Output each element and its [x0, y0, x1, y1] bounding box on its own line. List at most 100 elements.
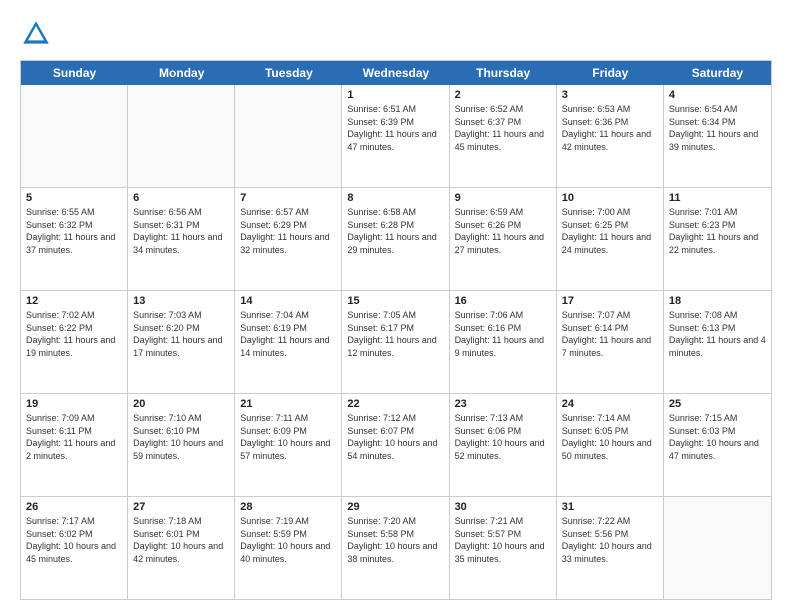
calendar-cell: 2 Sunrise: 6:52 AM Sunset: 6:37 PM Daylig…: [450, 85, 557, 187]
day-number: 7: [240, 192, 336, 204]
weekday-header: Wednesday: [342, 61, 449, 85]
weekday-header: Sunday: [21, 61, 128, 85]
day-number: 10: [562, 192, 658, 204]
cell-info: Sunrise: 7:03 AM Sunset: 6:20 PM Dayligh…: [133, 309, 229, 359]
calendar-cell: 21 Sunrise: 7:11 AM Sunset: 6:09 PM Dayli…: [235, 394, 342, 496]
cell-info: Sunrise: 7:20 AM Sunset: 5:58 PM Dayligh…: [347, 515, 443, 565]
calendar-cell: 24Sunrise: 7:14 AM Sunset: 6:05 PM Dayli…: [557, 394, 664, 496]
cell-info: Sunrise: 6:52 AM Sunset: 6:37 PM Dayligh…: [455, 103, 551, 153]
cell-info: Sunrise: 7:21 AM Sunset: 5:57 PM Dayligh…: [455, 515, 551, 565]
day-number: 22: [347, 398, 443, 410]
calendar-cell: 26 Sunrise: 7:17 AM Sunset: 6:02 PM Dayli…: [21, 497, 128, 599]
day-number: 6: [133, 192, 229, 204]
day-number: 2: [455, 89, 551, 101]
cell-info: Sunrise: 7:12 AM Sunset: 6:07 PM Dayligh…: [347, 412, 443, 462]
calendar-cell: 6 Sunrise: 6:56 AM Sunset: 6:31 PM Daylig…: [128, 188, 235, 290]
day-number: 20: [133, 398, 229, 410]
calendar-cell: 16Sunrise: 7:06 AM Sunset: 6:16 PM Dayli…: [450, 291, 557, 393]
calendar-cell: [664, 497, 771, 599]
day-number: 25: [669, 398, 766, 410]
cell-info: Sunrise: 6:56 AM Sunset: 6:31 PM Dayligh…: [133, 206, 229, 256]
calendar-row: 12 Sunrise: 7:02 AM Sunset: 6:22 PM Dayli…: [21, 291, 771, 394]
calendar-cell: 9 Sunrise: 6:59 AM Sunset: 6:26 PM Daylig…: [450, 188, 557, 290]
calendar-cell: 5 Sunrise: 6:55 AM Sunset: 6:32 PM Daylig…: [21, 188, 128, 290]
calendar-cell: 15 Sunrise: 7:05 AM Sunset: 6:17 PM Dayli…: [342, 291, 449, 393]
cell-info: Sunrise: 7:00 AM Sunset: 6:25 PM Dayligh…: [562, 206, 658, 256]
calendar-cell: 11Sunrise: 7:01 AM Sunset: 6:23 PM Dayli…: [664, 188, 771, 290]
day-number: 31: [562, 501, 658, 513]
page-header: [20, 18, 772, 50]
day-number: 29: [347, 501, 443, 513]
cell-info: Sunrise: 7:07 AM Sunset: 6:14 PM Dayligh…: [562, 309, 658, 359]
calendar-cell: 20 Sunrise: 7:10 AM Sunset: 6:10 PM Dayli…: [128, 394, 235, 496]
day-number: 21: [240, 398, 336, 410]
day-number: 18: [669, 295, 766, 307]
cell-info: Sunrise: 7:14 AM Sunset: 6:05 PM Dayligh…: [562, 412, 658, 462]
calendar-cell: 17 Sunrise: 7:07 AM Sunset: 6:14 PM Dayli…: [557, 291, 664, 393]
calendar-cell: 31 Sunrise: 7:22 AM Sunset: 5:56 PM Dayli…: [557, 497, 664, 599]
cell-info: Sunrise: 7:02 AM Sunset: 6:22 PM Dayligh…: [26, 309, 122, 359]
cell-info: Sunrise: 6:58 AM Sunset: 6:28 PM Dayligh…: [347, 206, 443, 256]
cell-info: Sunrise: 6:51 AM Sunset: 6:39 PM Dayligh…: [347, 103, 443, 153]
cell-info: Sunrise: 6:54 AM Sunset: 6:34 PM Dayligh…: [669, 103, 766, 153]
cell-info: Sunrise: 6:59 AM Sunset: 6:26 PM Dayligh…: [455, 206, 551, 256]
day-number: 19: [26, 398, 122, 410]
day-number: 28: [240, 501, 336, 513]
cell-info: Sunrise: 6:55 AM Sunset: 6:32 PM Dayligh…: [26, 206, 122, 256]
cell-info: Sunrise: 7:01 AM Sunset: 6:23 PM Dayligh…: [669, 206, 766, 256]
calendar-cell: 8 Sunrise: 6:58 AM Sunset: 6:28 PM Daylig…: [342, 188, 449, 290]
calendar-cell: 30 Sunrise: 7:21 AM Sunset: 5:57 PM Dayli…: [450, 497, 557, 599]
calendar-cell: 14 Sunrise: 7:04 AM Sunset: 6:19 PM Dayli…: [235, 291, 342, 393]
day-number: 17: [562, 295, 658, 307]
logo: [20, 18, 58, 50]
cell-info: Sunrise: 7:19 AM Sunset: 5:59 PM Dayligh…: [240, 515, 336, 565]
weekday-header: Saturday: [664, 61, 771, 85]
cell-info: Sunrise: 7:04 AM Sunset: 6:19 PM Dayligh…: [240, 309, 336, 359]
calendar-cell: 12 Sunrise: 7:02 AM Sunset: 6:22 PM Dayli…: [21, 291, 128, 393]
calendar-cell: 29 Sunrise: 7:20 AM Sunset: 5:58 PM Dayli…: [342, 497, 449, 599]
calendar-row: 1 Sunrise: 6:51 AM Sunset: 6:39 PM Daylig…: [21, 85, 771, 188]
day-number: 15: [347, 295, 443, 307]
day-number: 1: [347, 89, 443, 101]
cell-info: Sunrise: 7:11 AM Sunset: 6:09 PM Dayligh…: [240, 412, 336, 462]
calendar-body: 1 Sunrise: 6:51 AM Sunset: 6:39 PM Daylig…: [21, 85, 771, 599]
day-number: 13: [133, 295, 229, 307]
cell-info: Sunrise: 7:15 AM Sunset: 6:03 PM Dayligh…: [669, 412, 766, 462]
day-number: 12: [26, 295, 122, 307]
calendar-header-row: SundayMondayTuesdayWednesdayThursdayFrid…: [21, 61, 771, 85]
day-number: 26: [26, 501, 122, 513]
cell-info: Sunrise: 6:57 AM Sunset: 6:29 PM Dayligh…: [240, 206, 336, 256]
calendar-cell: 1 Sunrise: 6:51 AM Sunset: 6:39 PM Daylig…: [342, 85, 449, 187]
day-number: 16: [455, 295, 551, 307]
cell-info: Sunrise: 7:09 AM Sunset: 6:11 PM Dayligh…: [26, 412, 122, 462]
cell-info: Sunrise: 7:18 AM Sunset: 6:01 PM Dayligh…: [133, 515, 229, 565]
calendar-row: 19 Sunrise: 7:09 AM Sunset: 6:11 PM Dayli…: [21, 394, 771, 497]
day-number: 3: [562, 89, 658, 101]
calendar-cell: 3 Sunrise: 6:53 AM Sunset: 6:36 PM Daylig…: [557, 85, 664, 187]
weekday-header: Thursday: [450, 61, 557, 85]
day-number: 27: [133, 501, 229, 513]
weekday-header: Friday: [557, 61, 664, 85]
day-number: 8: [347, 192, 443, 204]
day-number: 9: [455, 192, 551, 204]
cell-info: Sunrise: 7:17 AM Sunset: 6:02 PM Dayligh…: [26, 515, 122, 565]
day-number: 5: [26, 192, 122, 204]
calendar-cell: 22 Sunrise: 7:12 AM Sunset: 6:07 PM Dayli…: [342, 394, 449, 496]
calendar-cell: 10 Sunrise: 7:00 AM Sunset: 6:25 PM Dayli…: [557, 188, 664, 290]
cell-info: Sunrise: 7:05 AM Sunset: 6:17 PM Dayligh…: [347, 309, 443, 359]
calendar-cell: 27 Sunrise: 7:18 AM Sunset: 6:01 PM Dayli…: [128, 497, 235, 599]
calendar-cell: 7 Sunrise: 6:57 AM Sunset: 6:29 PM Daylig…: [235, 188, 342, 290]
day-number: 4: [669, 89, 766, 101]
cell-info: Sunrise: 6:53 AM Sunset: 6:36 PM Dayligh…: [562, 103, 658, 153]
calendar-cell: 18 Sunrise: 7:08 AM Sunset: 6:13 PM Dayli…: [664, 291, 771, 393]
cell-info: Sunrise: 7:10 AM Sunset: 6:10 PM Dayligh…: [133, 412, 229, 462]
calendar-cell: [128, 85, 235, 187]
day-number: 30: [455, 501, 551, 513]
cell-info: Sunrise: 7:22 AM Sunset: 5:56 PM Dayligh…: [562, 515, 658, 565]
calendar-cell: [235, 85, 342, 187]
calendar-row: 5 Sunrise: 6:55 AM Sunset: 6:32 PM Daylig…: [21, 188, 771, 291]
calendar-cell: 28 Sunrise: 7:19 AM Sunset: 5:59 PM Dayli…: [235, 497, 342, 599]
cell-info: Sunrise: 7:08 AM Sunset: 6:13 PM Dayligh…: [669, 309, 766, 359]
day-number: 14: [240, 295, 336, 307]
calendar: SundayMondayTuesdayWednesdayThursdayFrid…: [20, 60, 772, 600]
